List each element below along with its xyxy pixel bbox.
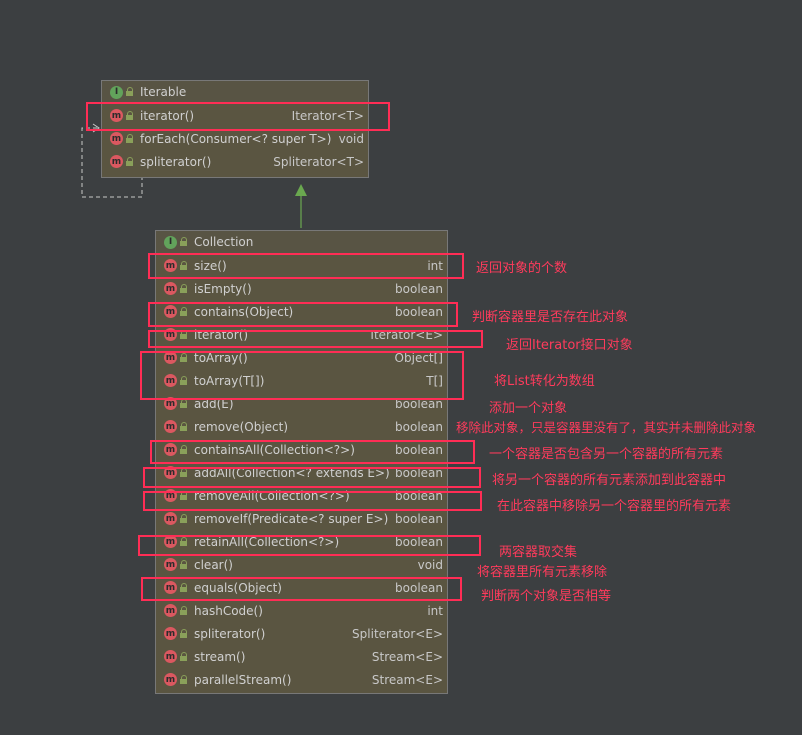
method-return-type: boolean xyxy=(395,419,443,434)
public-lock-icon xyxy=(180,628,188,639)
method-icon: m xyxy=(164,673,177,686)
note-iterator: 返回Iterator接口对象 xyxy=(506,338,633,353)
public-lock-icon xyxy=(126,133,134,144)
method-icon: m xyxy=(164,282,177,295)
method-icon: m xyxy=(110,155,123,168)
public-lock-icon xyxy=(180,421,188,432)
highlight-iterable-iterator xyxy=(86,102,390,131)
note-remove: 移除此对象，只是容器里没有了，其实并未删除此对象 xyxy=(456,420,757,435)
method-name: clear() xyxy=(194,557,233,572)
method-name: stream() xyxy=(194,649,246,664)
method-row[interactable]: m spliterator() Spliterator<E> xyxy=(156,622,447,645)
public-lock-icon xyxy=(180,398,188,409)
method-return-type: Stream<E> xyxy=(371,672,443,687)
method-return-type: void xyxy=(338,131,364,146)
collection-title: Collection xyxy=(194,235,254,249)
method-name: hashCode() xyxy=(194,603,263,618)
method-icon: m xyxy=(110,132,123,145)
iterable-header: I Iterable xyxy=(102,81,368,104)
highlight-toarray xyxy=(140,351,464,400)
method-icon: m xyxy=(164,420,177,433)
public-lock-icon xyxy=(126,156,134,167)
method-icon: m xyxy=(164,512,177,525)
method-name: isEmpty() xyxy=(194,281,252,296)
method-row[interactable]: m remove(Object) boolean xyxy=(156,415,447,438)
highlight-iterator xyxy=(148,330,483,348)
inheritance-arrowhead xyxy=(295,184,307,196)
note-equals: 判断两个对象是否相等 xyxy=(481,589,612,604)
method-icon: m xyxy=(164,558,177,571)
method-return-type: boolean xyxy=(395,281,443,296)
note-addall: 将另一个容器的所有元素添加到此容器中 xyxy=(492,473,727,488)
public-lock-icon xyxy=(180,559,188,570)
public-lock-icon xyxy=(180,651,188,662)
public-lock-icon xyxy=(180,605,188,616)
public-lock-icon xyxy=(180,237,188,247)
highlight-contains xyxy=(148,302,458,327)
note-contains: 判断容器里是否存在此对象 xyxy=(472,310,629,325)
highlight-addall xyxy=(143,467,481,488)
method-name: parallelStream() xyxy=(194,672,292,687)
public-lock-icon xyxy=(180,283,188,294)
method-name: removeIf(Predicate<? super E>) xyxy=(194,511,389,526)
method-row[interactable]: m isEmpty() boolean xyxy=(156,277,447,300)
highlight-retainall xyxy=(138,535,481,556)
interface-icon: I xyxy=(164,235,177,249)
method-name: spliterator() xyxy=(194,626,266,641)
method-return-type: int xyxy=(427,603,443,618)
method-icon: m xyxy=(164,650,177,663)
public-lock-icon xyxy=(180,674,188,685)
method-name: forEach(Consumer<? super T>) xyxy=(140,131,332,146)
public-lock-icon xyxy=(180,513,188,524)
note-size: 返回对象的个数 xyxy=(476,261,568,276)
note-toarray: 将List转化为数组 xyxy=(494,374,595,389)
method-row[interactable]: m hashCode() int xyxy=(156,599,447,622)
method-row[interactable]: m clear() void xyxy=(156,553,447,576)
note-clear: 将容器里所有元素移除 xyxy=(477,565,608,580)
highlight-containsall xyxy=(150,440,475,464)
method-return-type: boolean xyxy=(395,511,443,526)
note-removeall: 在此容器中移除另一个容器里的所有元素 xyxy=(497,499,732,514)
collection-header: I Collection xyxy=(156,231,447,254)
method-icon: m xyxy=(164,604,177,617)
method-name: spliterator() xyxy=(140,154,212,169)
note-retainall: 两容器取交集 xyxy=(499,545,578,560)
method-name: remove(Object) xyxy=(194,419,289,434)
method-return-type: Spliterator<E> xyxy=(352,626,443,641)
method-row[interactable]: m parallelStream() Stream<E> xyxy=(156,668,447,691)
public-lock-icon xyxy=(126,87,134,97)
method-row[interactable]: m stream() Stream<E> xyxy=(156,645,447,668)
highlight-size xyxy=(148,253,464,279)
note-add: 添加一个对象 xyxy=(489,401,568,416)
method-return-type: Stream<E> xyxy=(371,649,443,664)
interface-icon: I xyxy=(110,85,123,99)
method-return-type: void xyxy=(417,557,443,572)
highlight-equals xyxy=(141,577,462,601)
iterable-title: Iterable xyxy=(140,85,187,99)
note-containsall: 一个容器是否包含另一个容器的所有元素 xyxy=(489,447,724,462)
method-return-type: Spliterator<T> xyxy=(273,154,364,169)
highlight-removeall xyxy=(143,491,482,511)
method-icon: m xyxy=(164,627,177,640)
method-row[interactable]: m spliterator() Spliterator<T> xyxy=(102,150,368,173)
